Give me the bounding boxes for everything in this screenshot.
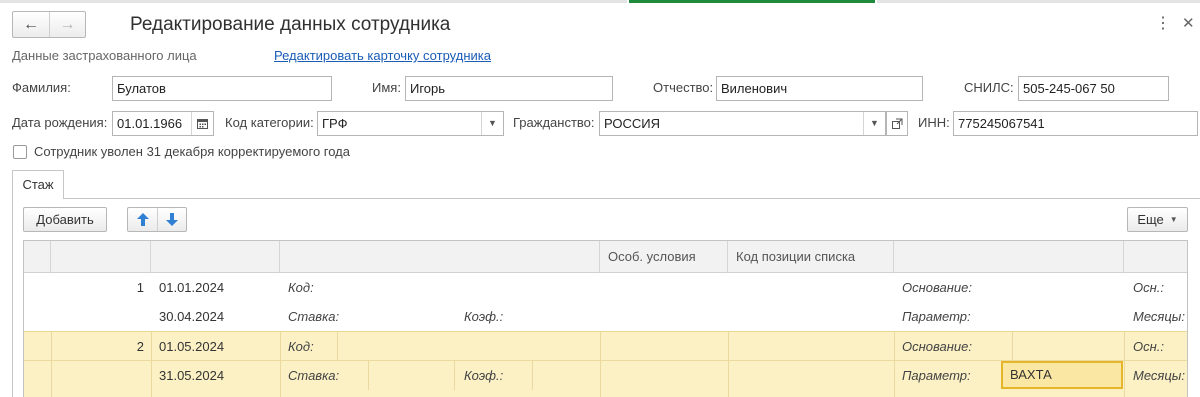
navigation-buttons: ← → (12, 11, 86, 38)
birth-date-value: 01.01.1966 (117, 116, 183, 131)
table-row-selected[interactable]: 2 01.05.2024 Код: Основание: Осн.: 31.05… (24, 331, 1187, 397)
surname-label: Фамилия: (12, 80, 71, 95)
more-button[interactable]: Еще ▼ (1127, 207, 1188, 232)
more-label: Еще (1137, 212, 1164, 227)
arrow-up-icon (136, 213, 149, 226)
date-to[interactable]: 30.04.2024 (159, 302, 224, 331)
date-from[interactable]: 01.05.2024 (159, 332, 224, 361)
header-cell[interactable] (894, 241, 1124, 273)
move-up-button[interactable] (128, 208, 157, 231)
code-label: Код: (288, 280, 314, 295)
param-label: Параметр: (902, 309, 971, 324)
basis-label: Основание: (902, 339, 972, 354)
category-value: ГРФ (322, 116, 348, 131)
arrow-left-icon: ← (23, 15, 39, 33)
coef-label: Коэф.: (464, 368, 504, 383)
dismissed-label[interactable]: Сотрудник уволен 31 декабря корректируем… (34, 143, 350, 161)
window-title: Редактирование данных сотрудника (130, 14, 451, 35)
move-buttons (127, 207, 187, 232)
cell-divider (532, 361, 533, 390)
name-label: Имя: (372, 80, 401, 95)
open-window-icon (891, 118, 902, 129)
cell-divider (1124, 332, 1125, 397)
cell-divider (280, 332, 281, 397)
birth-date-field[interactable]: 01.01.1966 (112, 111, 214, 136)
calendar-icon[interactable] (191, 112, 213, 135)
panel-border (12, 198, 13, 397)
more-actions-icon[interactable]: ⋮ (1155, 14, 1171, 34)
inn-label: ИНН: (918, 115, 950, 130)
chevron-down-icon[interactable]: ▼ (863, 112, 885, 135)
param-value-cell[interactable]: ВАХТА (1001, 361, 1123, 389)
param-label: Параметр: (902, 368, 971, 383)
osn-label: Осн.: (1133, 339, 1164, 354)
cell-divider (368, 361, 369, 390)
snils-label: СНИЛС: (964, 80, 1014, 95)
cell-divider (600, 332, 601, 397)
top-strip-right (877, 0, 1200, 3)
category-label: Код категории: (225, 115, 314, 130)
months-label: Месяцы: (1133, 309, 1185, 324)
active-window-indicator (629, 0, 875, 3)
cell-divider (337, 332, 338, 361)
section-subtitle: Данные застрахованного лица (12, 48, 197, 63)
stazh-table: Особ. условия Код позиции списка 1 01.01… (23, 240, 1188, 397)
header-list-position-code[interactable]: Код позиции списка (728, 241, 894, 273)
arrow-right-icon: → (59, 15, 76, 33)
header-special-conditions[interactable]: Особ. условия (600, 241, 728, 273)
rate-label: Ставка: (288, 309, 340, 324)
name-field[interactable]: Игорь (405, 76, 613, 101)
citizenship-select[interactable]: РОССИЯ ▼ (599, 111, 886, 136)
surname-field[interactable]: Булатов (112, 76, 332, 101)
coef-label: Коэф.: (464, 309, 504, 324)
months-label: Месяцы: (1133, 368, 1185, 383)
row-number: 2 (136, 339, 144, 354)
tab-stazh[interactable]: Стаж (12, 170, 64, 199)
header-cell[interactable] (1124, 241, 1187, 273)
cell-divider (151, 332, 152, 397)
forward-button[interactable]: → (49, 12, 85, 37)
cell-divider (728, 332, 729, 397)
edit-employee-card-link[interactable]: Редактировать карточку сотрудника (274, 48, 491, 63)
arrow-down-icon (166, 213, 178, 226)
back-button[interactable]: ← (13, 12, 49, 37)
patronymic-label: Отчество: (653, 80, 714, 95)
osn-label: Осн.: (1133, 280, 1164, 295)
dismissed-checkbox[interactable] (13, 145, 27, 159)
citizenship-value: РОССИЯ (604, 116, 661, 131)
row-number: 1 (136, 280, 144, 295)
inn-field[interactable]: 775245067541 (953, 111, 1198, 136)
cell-divider (1012, 332, 1013, 361)
header-cell[interactable] (280, 241, 600, 273)
rate-label: Ставка: (288, 368, 340, 383)
cell-divider (454, 361, 455, 390)
cell-divider (894, 332, 895, 397)
header-cell[interactable] (151, 241, 280, 273)
birth-date-label: Дата рождения: (12, 115, 108, 130)
snils-field[interactable]: 505-245-067 50 (1018, 76, 1169, 101)
date-from[interactable]: 01.01.2024 (159, 273, 224, 302)
header-cell[interactable] (51, 241, 151, 273)
table-header: Особ. условия Код позиции списка (24, 241, 1187, 273)
patronymic-field[interactable]: Виленович (716, 76, 923, 101)
open-citizenship-button[interactable] (886, 111, 908, 136)
code-label: Код: (288, 339, 314, 354)
header-cell[interactable] (24, 241, 51, 273)
category-select[interactable]: ГРФ ▼ (317, 111, 504, 136)
tab-divider (12, 198, 1200, 199)
move-down-button[interactable] (157, 208, 186, 231)
date-to[interactable]: 31.05.2024 (159, 361, 224, 390)
citizenship-label: Гражданство: (513, 115, 595, 130)
chevron-down-icon: ▼ (1169, 215, 1178, 224)
basis-label: Основание: (902, 280, 972, 295)
top-strip (0, 0, 627, 3)
close-icon[interactable]: ✕ (1182, 14, 1195, 34)
add-button[interactable]: Добавить (23, 207, 107, 232)
table-row[interactable]: 1 01.01.2024 Код: Основание: Осн.: 30.04… (24, 273, 1187, 331)
chevron-down-icon[interactable]: ▼ (481, 112, 503, 135)
